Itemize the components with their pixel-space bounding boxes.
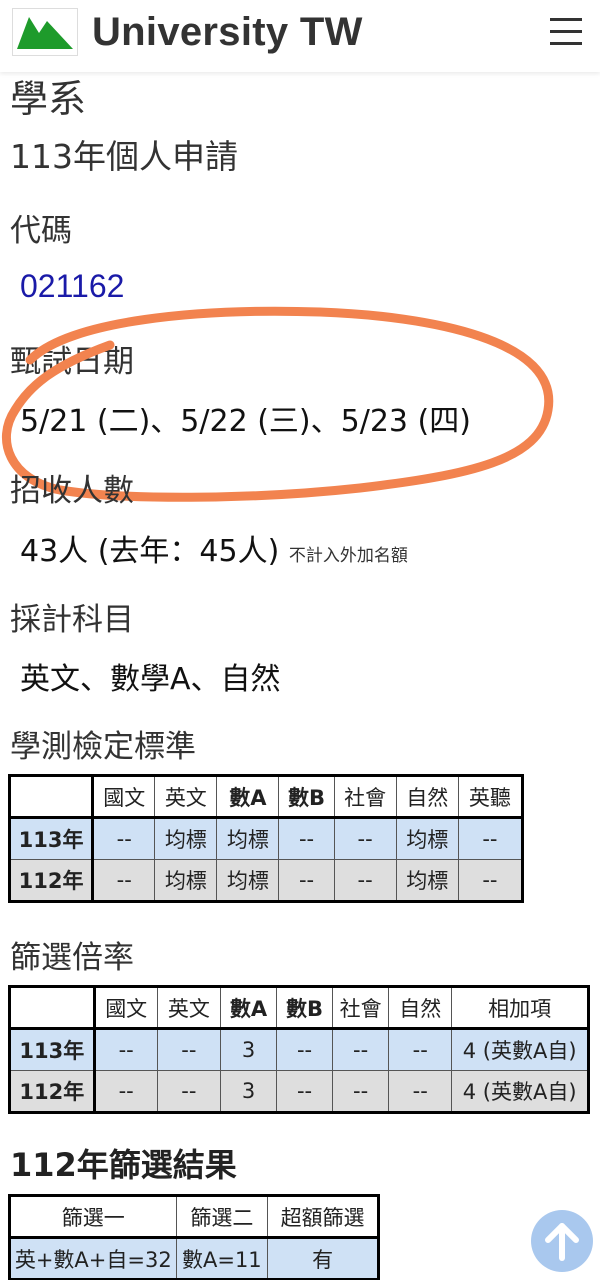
table-cell: -- bbox=[333, 859, 397, 902]
table-row: 112年 -- 均標 均標 -- -- 均標 -- bbox=[8, 859, 524, 902]
table-cell: -- bbox=[457, 817, 524, 860]
table-cell: -- bbox=[388, 1070, 453, 1113]
table-cell: -- bbox=[332, 1070, 390, 1113]
table-row: 113年 -- -- 3 -- -- -- 4 (英數A自) bbox=[9, 1028, 589, 1071]
quota-label: 招收人數 bbox=[10, 473, 134, 509]
table-cell: 4 (英數A自) bbox=[451, 1028, 589, 1071]
table-cell: -- bbox=[93, 1028, 158, 1071]
arrow-up-icon bbox=[545, 1223, 579, 1261]
table-header-cell: 自然 bbox=[388, 986, 453, 1030]
quota-value: 43人 (去年：45人) 不計入外加名額 bbox=[20, 526, 408, 570]
table-cell: 112年 bbox=[8, 859, 95, 902]
table-header-cell: 英聽 bbox=[457, 775, 524, 819]
table-header-cell bbox=[8, 775, 95, 819]
table-cell: 3 bbox=[219, 1028, 278, 1071]
table-header-cell: 數B bbox=[276, 986, 334, 1030]
table-cell: 均標 bbox=[395, 817, 459, 860]
table-cell: -- bbox=[276, 1028, 334, 1071]
table-cell: 均標 bbox=[216, 817, 280, 860]
screening-result-heading: 112年篩選結果 bbox=[10, 1146, 237, 1184]
code-label: 代碼 bbox=[10, 213, 72, 249]
table-header-row: 國文 英文 數A 數B 社會 自然 英聽 bbox=[8, 775, 524, 819]
table-header-cell: 國文 bbox=[93, 986, 158, 1030]
table-cell: 均標 bbox=[216, 859, 280, 902]
table-cell: -- bbox=[156, 1028, 221, 1071]
table-row: 113年 -- 均標 均標 -- -- 均標 -- bbox=[8, 817, 524, 860]
site-brand[interactable]: University TW bbox=[92, 10, 363, 55]
table-cell: 均標 bbox=[154, 817, 218, 860]
screening-ratio-label: 篩選倍率 bbox=[10, 940, 134, 976]
table-header-cell: 社會 bbox=[332, 986, 390, 1030]
screening-ratio-table: 國文 英文 數A 數B 社會 自然 相加項 113年 -- -- 3 -- --… bbox=[8, 985, 590, 1114]
table-cell: 113年 bbox=[9, 1028, 96, 1071]
table-header-cell: 篩選一 bbox=[9, 1195, 177, 1239]
gsat-standard-label: 學測檢定標準 bbox=[10, 729, 196, 765]
table-header-cell bbox=[9, 986, 96, 1030]
table-cell: -- bbox=[332, 1028, 390, 1071]
scroll-to-top-button[interactable] bbox=[531, 1210, 593, 1272]
table-header-cell: 英文 bbox=[154, 775, 218, 819]
hamburger-menu-icon[interactable] bbox=[548, 14, 584, 48]
table-cell: 112年 bbox=[9, 1070, 96, 1113]
table-cell: -- bbox=[92, 817, 156, 860]
table-header-cell: 社會 bbox=[333, 775, 397, 819]
table-header-cell: 英文 bbox=[156, 986, 221, 1030]
table-header-cell: 數B bbox=[278, 775, 335, 819]
table-header-cell: 國文 bbox=[92, 775, 156, 819]
table-cell: -- bbox=[156, 1070, 221, 1113]
admission-subtitle: 113年個人申請 bbox=[10, 137, 238, 176]
table-cell: 均標 bbox=[154, 859, 218, 902]
department-heading: 學系 bbox=[10, 77, 87, 121]
table-cell: -- bbox=[278, 817, 335, 860]
table-cell: -- bbox=[92, 859, 156, 902]
table-cell: 均標 bbox=[395, 859, 459, 902]
table-header-cell: 篩選二 bbox=[175, 1195, 269, 1239]
table-cell: 3 bbox=[219, 1070, 278, 1113]
table-cell: -- bbox=[457, 859, 524, 902]
table-row: 112年 -- -- 3 -- -- -- 4 (英數A自) bbox=[9, 1070, 589, 1113]
subjects-label: 採計科目 bbox=[10, 602, 134, 638]
top-header: University TW bbox=[0, 0, 600, 72]
table-cell: 數A=11 bbox=[175, 1237, 269, 1280]
table-header-row: 國文 英文 數A 數B 社會 自然 相加項 bbox=[9, 986, 589, 1030]
table-header-cell: 超額篩選 bbox=[267, 1195, 379, 1239]
quota-note: 不計入外加名額 bbox=[288, 546, 408, 566]
table-cell: -- bbox=[93, 1070, 158, 1113]
table-cell: 4 (英數A自) bbox=[451, 1070, 589, 1113]
table-cell: 英+數A+自=32 bbox=[9, 1237, 177, 1280]
table-row: 英+數A+自=32 數A=11 有 bbox=[9, 1237, 379, 1280]
screening-result-table: 篩選一 篩選二 超額篩選 英+數A+自=32 數A=11 有 bbox=[8, 1194, 380, 1280]
table-cell: -- bbox=[276, 1070, 334, 1113]
table-cell: 113年 bbox=[8, 817, 95, 860]
table-cell: -- bbox=[388, 1028, 453, 1071]
table-header-cell: 自然 bbox=[395, 775, 459, 819]
subjects-value: 英文、數學A、自然 bbox=[20, 662, 281, 697]
gsat-standard-table: 國文 英文 數A 數B 社會 自然 英聽 113年 -- 均標 均標 -- --… bbox=[8, 774, 524, 903]
table-header-cell: 相加項 bbox=[451, 986, 589, 1030]
mountain-logo-icon[interactable] bbox=[12, 8, 78, 56]
table-cell: -- bbox=[333, 817, 397, 860]
table-header-cell: 數A bbox=[216, 775, 280, 819]
table-cell: 有 bbox=[267, 1237, 379, 1280]
table-header-row: 篩選一 篩選二 超額篩選 bbox=[9, 1195, 379, 1239]
table-header-cell: 數A bbox=[219, 986, 278, 1030]
table-cell: -- bbox=[278, 859, 335, 902]
quota-number: 43人 (去年：45人) bbox=[20, 534, 280, 569]
